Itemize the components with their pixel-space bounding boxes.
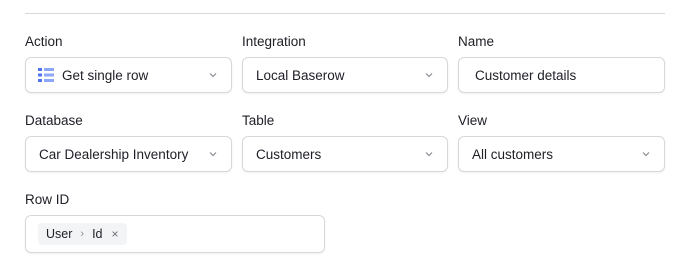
integration-value: Local Baserow [256,67,345,83]
name-label: Name [458,34,495,49]
table-dropdown[interactable]: Customers [242,136,448,172]
row-id-label: Row ID [25,192,70,207]
action-value: Get single row [62,67,149,83]
integration-label: Integration [242,34,306,49]
section-divider [25,13,665,14]
view-value: All customers [472,146,554,162]
chevron-down-icon [642,150,650,158]
data-path-chip[interactable]: User › Id × [38,223,127,245]
integration-dropdown[interactable]: Local Baserow [242,57,448,93]
chevron-down-icon [209,71,217,79]
view-label: View [458,113,488,128]
table-label: Table [242,113,275,128]
name-input[interactable] [475,67,664,83]
table-value: Customers [256,146,322,162]
action-dropdown[interactable]: Get single row [25,57,232,93]
action-label: Action [25,34,63,49]
database-value: Car Dealership Inventory [39,146,189,162]
close-icon[interactable]: × [112,227,119,241]
name-field[interactable] [458,57,665,93]
chip-part-id: Id [92,227,103,241]
chevron-right-icon: › [80,228,85,240]
table-rows-icon [38,68,54,82]
chevron-down-icon [425,150,433,158]
database-dropdown[interactable]: Car Dealership Inventory [25,136,232,172]
chevron-down-icon [209,150,217,158]
row-id-formula-input[interactable]: User › Id × [25,215,325,253]
chevron-down-icon [425,71,433,79]
chip-part-user: User [46,227,73,241]
database-label: Database [25,113,83,128]
view-dropdown[interactable]: All customers [458,136,665,172]
